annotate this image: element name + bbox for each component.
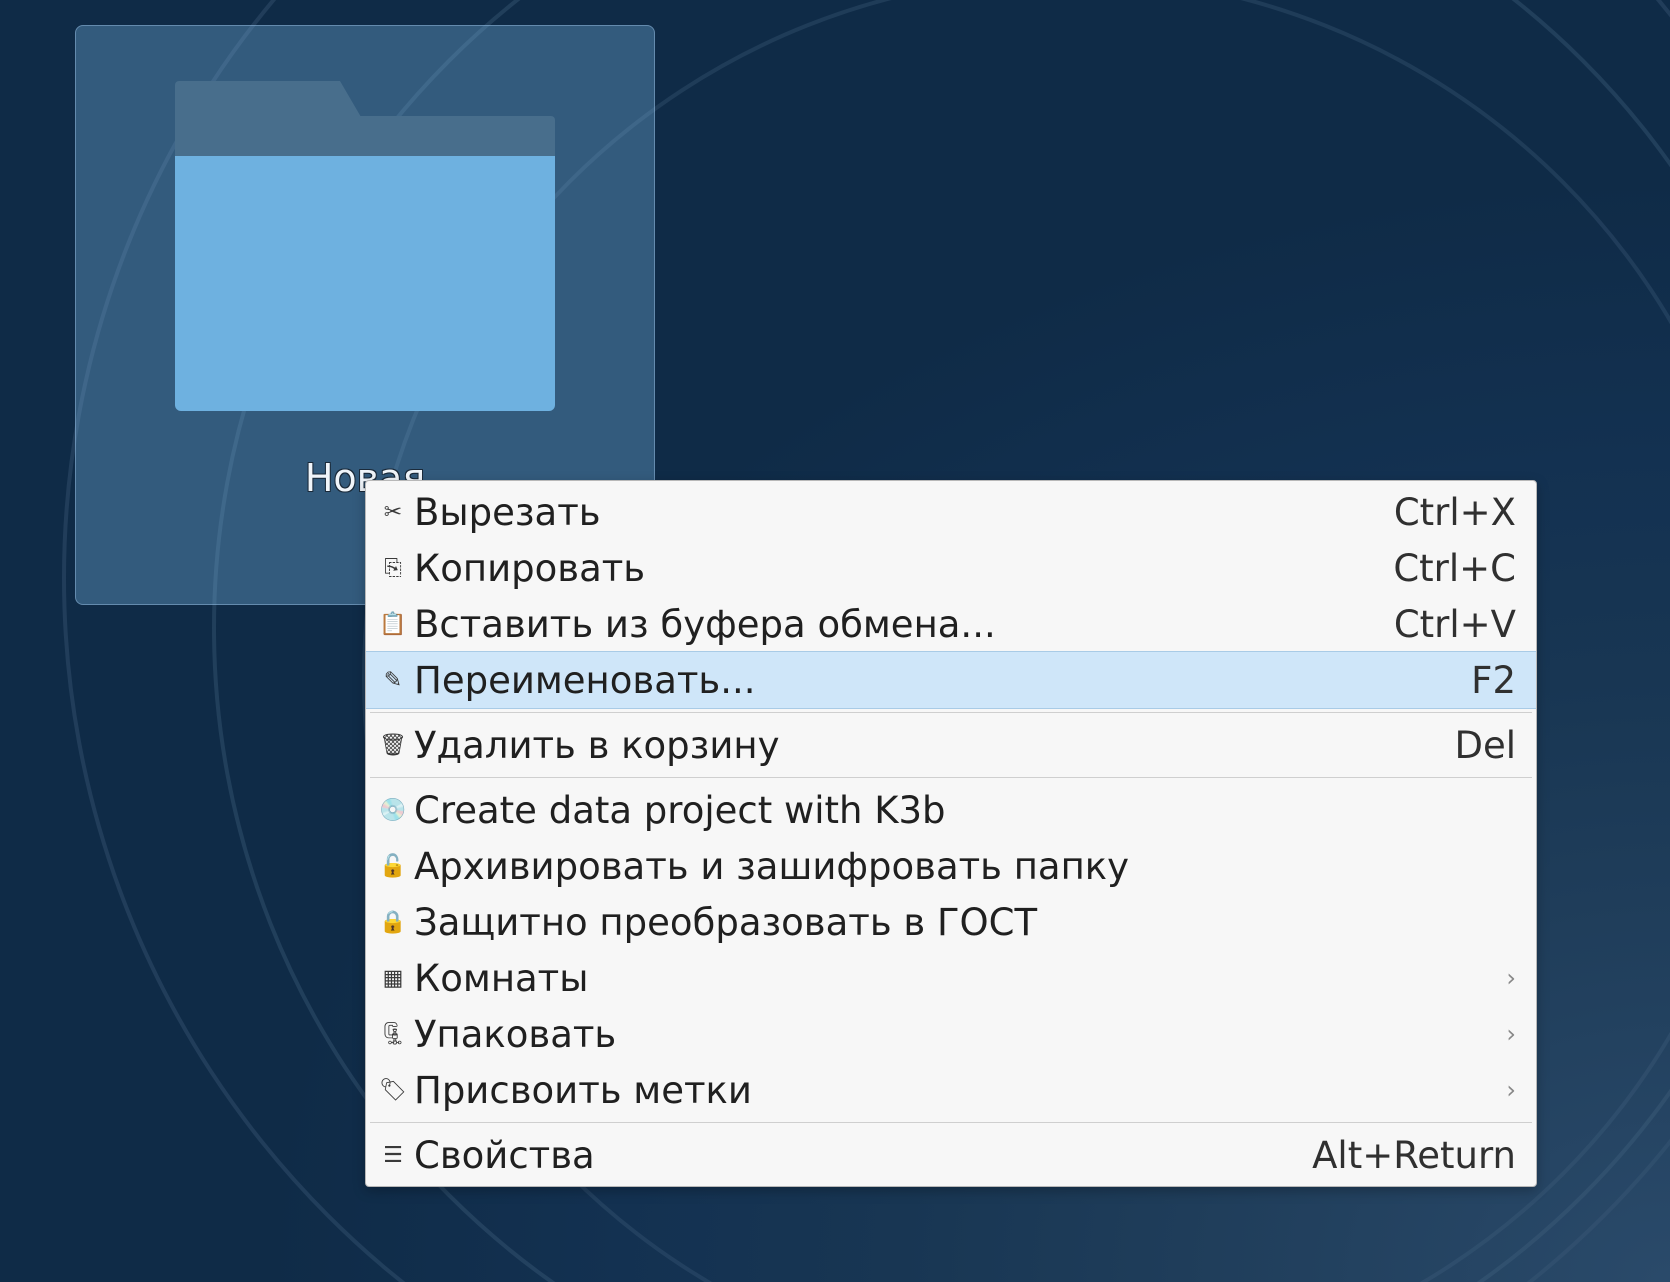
- menu-item-label: Удалить в корзину: [414, 724, 1434, 767]
- desktop[interactable]: Новая ✂ВырезатьCtrl+X⎘КопироватьCtrl+C📋В…: [0, 0, 1670, 1282]
- menu-item[interactable]: ☰СвойстваAlt+Return: [366, 1127, 1536, 1183]
- menu-item[interactable]: ✎Переименовать...F2: [366, 651, 1536, 709]
- menu-separator: [370, 1122, 1532, 1123]
- copy-icon: ⎘: [378, 556, 408, 581]
- menu-item[interactable]: 🔒Защитно преобразовать в ГОСТ: [366, 894, 1536, 950]
- cut-icon: ✂: [378, 500, 408, 525]
- chevron-right-icon: ›: [1486, 964, 1516, 992]
- menu-item-shortcut: Ctrl+V: [1374, 603, 1516, 646]
- menu-item[interactable]: 🔓Архивировать и зашифровать папку: [366, 838, 1536, 894]
- menu-item-label: Переименовать...: [414, 659, 1451, 702]
- paste-icon: 📋: [378, 612, 408, 637]
- properties-icon: ☰: [378, 1143, 408, 1168]
- menu-item-shortcut: Del: [1434, 724, 1516, 767]
- context-menu: ✂ВырезатьCtrl+X⎘КопироватьCtrl+C📋Вставит…: [365, 480, 1537, 1187]
- menu-item-shortcut: Alt+Return: [1292, 1134, 1516, 1177]
- menu-item-label: Защитно преобразовать в ГОСТ: [414, 901, 1516, 944]
- folder-icon: [175, 81, 555, 411]
- menu-item-shortcut: Ctrl+X: [1374, 491, 1516, 534]
- menu-item[interactable]: 🗜Упаковать›: [366, 1006, 1536, 1062]
- menu-item-shortcut: Ctrl+C: [1373, 547, 1516, 590]
- menu-item[interactable]: 🏷Присвоить метки›: [366, 1062, 1536, 1118]
- menu-separator: [370, 777, 1532, 778]
- menu-item[interactable]: ✂ВырезатьCtrl+X: [366, 484, 1536, 540]
- menu-item[interactable]: 💿Create data project with K3b: [366, 782, 1536, 838]
- lock-open-icon: 🔓: [378, 854, 408, 879]
- chevron-right-icon: ›: [1486, 1020, 1516, 1048]
- menu-separator: [370, 712, 1532, 713]
- menu-item-label: Комнаты: [414, 957, 1486, 1000]
- menu-item-label: Вставить из буфера обмена...: [414, 603, 1374, 646]
- menu-item[interactable]: ▦Комнаты›: [366, 950, 1536, 1006]
- menu-item[interactable]: 🗑Удалить в корзинуDel: [366, 717, 1536, 773]
- menu-item-label: Create data project with K3b: [414, 789, 1516, 832]
- menu-item-label: Архивировать и зашифровать папку: [414, 845, 1516, 888]
- menu-item[interactable]: ⎘КопироватьCtrl+C: [366, 540, 1536, 596]
- lock-icon: 🔒: [378, 910, 408, 935]
- menu-item-label: Копировать: [414, 547, 1373, 590]
- archive-icon: 🗜: [378, 1022, 408, 1047]
- rename-icon: ✎: [378, 668, 408, 693]
- menu-item-label: Упаковать: [414, 1013, 1486, 1056]
- disc-icon: 💿: [378, 798, 408, 823]
- menu-item[interactable]: 📋Вставить из буфера обмена...Ctrl+V: [366, 596, 1536, 652]
- menu-item-label: Присвоить метки: [414, 1069, 1486, 1112]
- menu-item-label: Вырезать: [414, 491, 1374, 534]
- rooms-icon: ▦: [378, 966, 408, 991]
- menu-item-shortcut: F2: [1451, 659, 1516, 702]
- chevron-right-icon: ›: [1486, 1076, 1516, 1104]
- menu-item-label: Свойства: [414, 1134, 1292, 1177]
- tag-icon: 🏷: [378, 1078, 408, 1103]
- trash-icon: 🗑: [378, 733, 408, 758]
